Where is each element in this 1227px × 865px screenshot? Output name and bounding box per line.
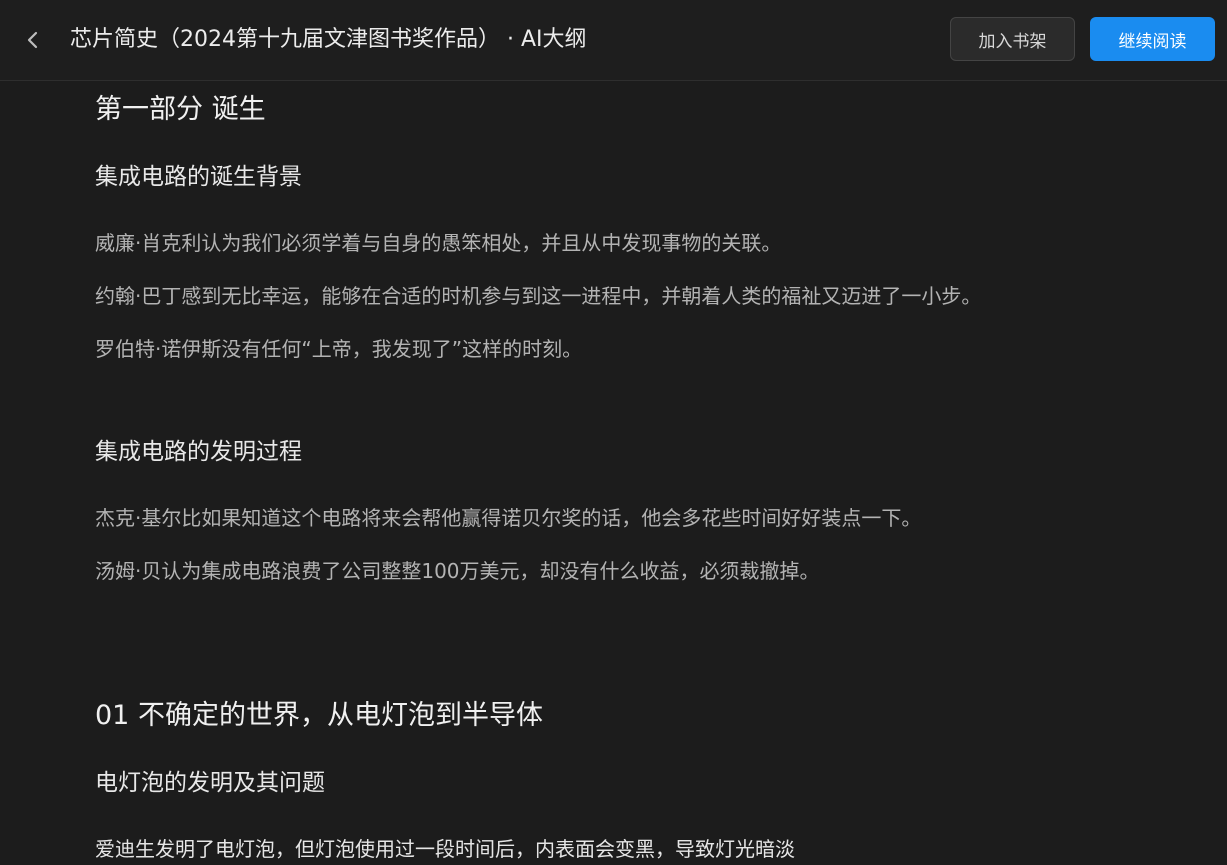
- outline-point: 约翰·巴丁感到无比幸运，能够在合适的时机参与到这一进程中，并朝着人类的福祉又迈进…: [95, 284, 982, 308]
- outline-point: 罗伯特·诺伊斯没有任何“上帝，我发现了”这样的时刻。: [95, 337, 583, 361]
- back-button[interactable]: [16, 22, 50, 58]
- top-bar: 芯片简史（2024第十九届文津图书奖作品） · AI大纲 加入书架 继续阅读: [0, 0, 1227, 81]
- add-to-shelf-button[interactable]: 加入书架: [950, 17, 1075, 61]
- section-title: 电灯泡的发明及其问题: [95, 770, 325, 796]
- part-title: 第一部分 诞生: [95, 94, 266, 125]
- section-title: 集成电路的发明过程: [95, 439, 302, 465]
- outline-point: 爱迪生发明了电灯泡，但灯泡使用过一段时间后，内表面会变黑，导致灯光暗淡: [95, 837, 795, 861]
- chevron-left-icon: [27, 31, 38, 49]
- outline-point: 威廉·肖克利认为我们必须学着与自身的愚笨相处，并且从中发现事物的关联。: [95, 231, 782, 255]
- section-title: 集成电路的诞生背景: [95, 164, 302, 190]
- outline-point: 杰克·基尔比如果知道这个电路将来会帮他赢得诺贝尔奖的话，他会多花些时间好好装点一…: [95, 506, 922, 530]
- continue-reading-button[interactable]: 继续阅读: [1090, 17, 1215, 61]
- chapter-title: 01 不确定的世界，从电灯泡到半导体: [95, 700, 543, 731]
- outline-point: 汤姆·贝认为集成电路浪费了公司整整100万美元，却没有什么收益，必须裁撤掉。: [95, 559, 820, 583]
- page-title: 芯片简史（2024第十九届文津图书奖作品） · AI大纲: [70, 27, 587, 52]
